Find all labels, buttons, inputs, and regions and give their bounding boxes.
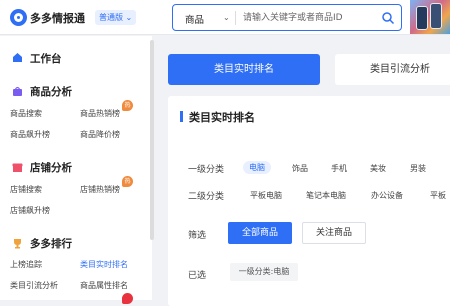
- sidebar-item-rank-tracking[interactable]: 上榜追踪: [10, 259, 42, 270]
- trophy-icon: [14, 239, 21, 249]
- filter-all-products-button[interactable]: 全部商品: [228, 222, 292, 244]
- sidebar-item-product-attribute-rank[interactable]: 商品属性排名: [80, 280, 128, 291]
- hot-badge: 热: [122, 176, 133, 187]
- level1-option-menswear[interactable]: 男装: [410, 163, 426, 174]
- badge-dot-icon: [122, 293, 133, 304]
- category-rank-card: 类目实时排名 一级分类 电脑 饰品 手机 美妆 男装 二级分类 平板电脑 笔记本…: [168, 96, 450, 306]
- sidebar-section-title: 商品分析: [30, 86, 72, 98]
- sidebar-item-product-search[interactable]: 商品搜索: [10, 108, 42, 119]
- sidebar-item-product-price-drop[interactable]: 商品降价榜: [80, 129, 120, 140]
- brand-logo-icon[interactable]: [10, 9, 27, 26]
- sidebar-item-store-rising[interactable]: 店铺飙升榜: [10, 205, 50, 216]
- selected-label: 已选: [188, 271, 207, 281]
- sidebar-workbench[interactable]: 工作台: [30, 51, 62, 66]
- level2-option-laptop[interactable]: 笔记本电脑: [306, 190, 346, 201]
- sidebar-scrollbar[interactable]: [150, 40, 154, 240]
- sidebar-item-product-rising[interactable]: 商品飙升榜: [10, 129, 50, 140]
- sidebar-item-store-hot[interactable]: 店铺热销榜: [80, 184, 120, 195]
- edition-dropdown[interactable]: 普通版 ⌄: [95, 10, 137, 25]
- level1-option-computer[interactable]: 电脑: [243, 161, 271, 174]
- level2-option-tablet[interactable]: 平板电脑: [250, 190, 282, 201]
- brand-name[interactable]: 多多情报通: [30, 10, 85, 26]
- promo-banner-image[interactable]: [410, 0, 450, 34]
- search-category-select[interactable]: 商品: [185, 12, 204, 26]
- main-content: 类目实时排名 类目引流分析 类目实时排名 一级分类 电脑 饰品 手机 美妆 男装…: [163, 44, 450, 306]
- sidebar: 工作台 商品分析 商品搜索 商品热销榜 热 商品飙升榜 商品降价榜 店铺分析 店…: [0, 36, 152, 304]
- search-divider: [235, 11, 236, 25]
- sidebar-item-category-realtime-rank[interactable]: 类目实时排名: [80, 259, 128, 270]
- level1-option-phone[interactable]: 手机: [331, 163, 347, 174]
- search-icon[interactable]: [381, 11, 395, 25]
- search-input[interactable]: [243, 10, 378, 26]
- filter-label: 筛选: [188, 231, 207, 241]
- shopping-bag-icon: [13, 86, 22, 96]
- home-icon: [13, 53, 22, 62]
- level1-option-accessories[interactable]: 饰品: [292, 163, 308, 174]
- level1-label: 一级分类: [188, 165, 225, 175]
- title-accent-bar: [180, 111, 183, 122]
- hot-badge: 热: [122, 100, 133, 111]
- chevron-down-icon[interactable]: ⌄: [223, 13, 230, 22]
- sidebar-item-category-traffic[interactable]: 类目引流分析: [10, 280, 58, 291]
- search-bar: 商品 ⌄: [172, 4, 402, 31]
- sidebar-section-title: 多多排行: [30, 238, 72, 250]
- level2-label: 二级分类: [188, 192, 225, 202]
- level2-option-more[interactable]: 平板: [430, 190, 446, 201]
- tab-category-traffic-analysis[interactable]: 类目引流分析: [335, 54, 450, 85]
- level1-option-beauty[interactable]: 美妆: [370, 163, 386, 174]
- store-icon: [12, 163, 23, 172]
- section-title: 类目实时排名: [189, 111, 255, 124]
- top-header: 多多情报通 普通版 ⌄ 商品 ⌄: [0, 0, 450, 35]
- filter-followed-products-button[interactable]: 关注商品: [302, 222, 366, 244]
- sidebar-item-product-hot[interactable]: 商品热销榜: [80, 108, 120, 119]
- sidebar-item-store-search[interactable]: 店铺搜索: [10, 184, 42, 195]
- sidebar-section-title: 店铺分析: [30, 162, 72, 174]
- tab-category-realtime-rank[interactable]: 类目实时排名: [168, 54, 320, 85]
- edition-label: 普通版: [99, 13, 123, 22]
- selected-filter-tag[interactable]: 一级分类:电脑: [230, 263, 298, 281]
- level2-option-office[interactable]: 办公设备: [371, 190, 403, 201]
- chevron-down-icon: ⌄: [125, 13, 133, 22]
